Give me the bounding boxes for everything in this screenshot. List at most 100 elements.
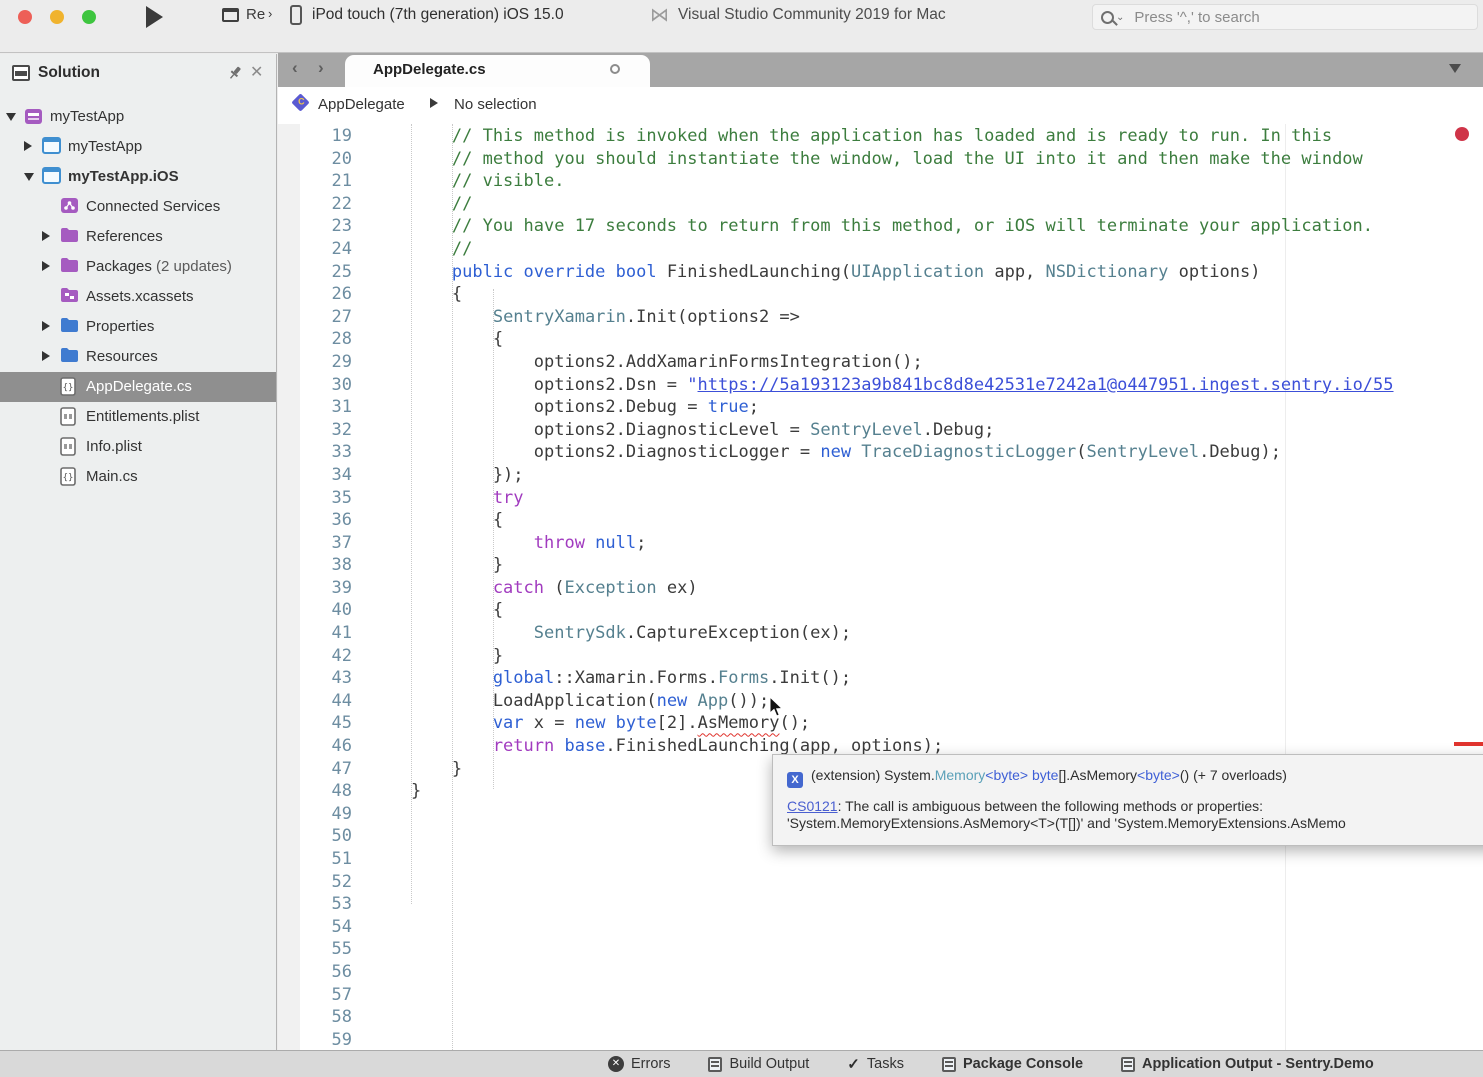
folder-purple-icon xyxy=(60,227,79,246)
line-number: 20 xyxy=(278,148,352,171)
code-line-20[interactable]: 20 // method you should instantiate the … xyxy=(278,148,1394,171)
breadcrumb: C AppDelegate No selection xyxy=(278,87,1483,124)
code-line-58[interactable]: 58 xyxy=(278,1006,1394,1029)
code-line-28[interactable]: 28 { xyxy=(278,328,1394,351)
tree-item-mytestapp[interactable]: myTestApp xyxy=(0,132,276,162)
pad-button-errors[interactable]: ✕Errors xyxy=(608,1055,670,1073)
folder-purple-icon xyxy=(60,257,79,276)
folder-blue-icon xyxy=(60,347,79,366)
run-button[interactable] xyxy=(146,6,163,28)
code-editor[interactable]: 19 // This method is invoked when the ap… xyxy=(278,124,1483,1050)
code-line-43[interactable]: 43 global::Xamarin.Forms.Forms.Init(); xyxy=(278,667,1394,690)
pad-button-tasks[interactable]: ✓Tasks xyxy=(847,1055,904,1073)
code-line-21[interactable]: 21 // visible. xyxy=(278,170,1394,193)
device-selector[interactable]: iPod touch (7th generation) iOS 15.0 xyxy=(312,6,564,24)
minimize-window-button[interactable] xyxy=(50,10,64,24)
code-line-40[interactable]: 40 { xyxy=(278,599,1394,622)
tree-item-appdelegate-cs[interactable]: {}AppDelegate.cs xyxy=(0,372,276,402)
code-line-42[interactable]: 42 } xyxy=(278,645,1394,668)
search-input[interactable]: ⌄ Press '^,' to search xyxy=(1092,4,1478,30)
expand-arrow-icon[interactable] xyxy=(42,261,50,271)
collapse-arrow-icon[interactable] xyxy=(6,113,16,121)
configuration-selector[interactable]: Re xyxy=(246,6,265,23)
assets-icon xyxy=(60,287,79,306)
breadcrumb-selection[interactable]: No selection xyxy=(454,96,537,113)
line-number: 40 xyxy=(278,599,352,622)
tab-appdelegate[interactable]: AppDelegate.cs xyxy=(345,55,650,87)
code-line-19[interactable]: 19 // This method is invoked when the ap… xyxy=(278,125,1394,148)
tree-item-main-cs[interactable]: {}Main.cs xyxy=(0,462,276,492)
code-line-37[interactable]: 37 throw null; xyxy=(278,532,1394,555)
configuration-icon xyxy=(222,8,239,22)
solution-icon xyxy=(24,107,43,126)
pad-button-application-output-sentry-demo[interactable]: Application Output - Sentry.Demo xyxy=(1121,1055,1374,1073)
code-line-51[interactable]: 51 xyxy=(278,848,1394,871)
svg-text:{}: {} xyxy=(63,473,74,483)
maximize-window-button[interactable] xyxy=(82,10,96,24)
code-line-45[interactable]: 45 var x = new byte[2].AsMemory(); xyxy=(278,712,1394,735)
code-line-54[interactable]: 54 xyxy=(278,916,1394,939)
expand-arrow-icon[interactable] xyxy=(24,141,32,151)
line-number: 51 xyxy=(278,848,352,871)
code-line-57[interactable]: 57 xyxy=(278,984,1394,1007)
breadcrumb-class[interactable]: AppDelegate xyxy=(318,96,405,113)
pin-icon[interactable] xyxy=(226,64,244,82)
tree-item-assets-xcassets[interactable]: Assets.xcassets xyxy=(0,282,276,312)
expand-arrow-icon[interactable] xyxy=(42,351,50,361)
pad-button-build-output[interactable]: Build Output xyxy=(708,1055,809,1073)
code-line-53[interactable]: 53 xyxy=(278,893,1394,916)
code-line-22[interactable]: 22 // xyxy=(278,193,1394,216)
error-code-link[interactable]: CS0121 xyxy=(787,798,838,814)
tree-item-references[interactable]: References xyxy=(0,222,276,252)
code-line-36[interactable]: 36 { xyxy=(278,509,1394,532)
close-icon[interactable]: ✕ xyxy=(250,62,263,82)
tree-item-mytestapp[interactable]: myTestApp xyxy=(0,102,276,132)
expand-arrow-icon[interactable] xyxy=(42,321,50,331)
tree-item-mytestapp-ios[interactable]: myTestApp.iOS xyxy=(0,162,276,192)
navigate-forward-button[interactable]: › xyxy=(318,58,324,78)
code-line-32[interactable]: 32 options2.DiagnosticLevel = SentryLeve… xyxy=(278,419,1394,442)
code-line-24[interactable]: 24 // xyxy=(278,238,1394,261)
breadcrumb-separator-icon xyxy=(430,98,438,108)
code-line-30[interactable]: 30 options2.Dsn = "https://5a193123a9b84… xyxy=(278,374,1394,397)
code-line-56[interactable]: 56 xyxy=(278,961,1394,984)
modified-indicator-icon[interactable] xyxy=(610,64,620,74)
dsn-url-link[interactable]: https://5a193123a9b841bc8d8e42531e7242a1… xyxy=(698,375,1394,395)
tree-item-resources[interactable]: Resources xyxy=(0,342,276,372)
project-icon xyxy=(42,167,61,186)
code-line-25[interactable]: 25 public override bool FinishedLaunchin… xyxy=(278,261,1394,284)
line-number: 27 xyxy=(278,306,352,329)
line-number: 21 xyxy=(278,170,352,193)
tree-item-info-plist[interactable]: Info.plist xyxy=(0,432,276,462)
tab-list-dropdown-icon[interactable] xyxy=(1449,64,1461,73)
pad-button-package-console[interactable]: Package Console xyxy=(942,1055,1083,1073)
code-line-35[interactable]: 35 try xyxy=(278,487,1394,510)
expand-arrow-icon[interactable] xyxy=(42,231,50,241)
code-line-31[interactable]: 31 options2.Debug = true; xyxy=(278,396,1394,419)
code-line-41[interactable]: 41 SentrySdk.CaptureException(ex); xyxy=(278,622,1394,645)
code-line-39[interactable]: 39 catch (Exception ex) xyxy=(278,577,1394,600)
collapse-arrow-icon[interactable] xyxy=(24,173,34,181)
tree-item-connected-services[interactable]: Connected Services xyxy=(0,192,276,222)
tree-item-entitlements-plist[interactable]: Entitlements.plist xyxy=(0,402,276,432)
code-line-59[interactable]: 59 xyxy=(278,1029,1394,1050)
code-line-33[interactable]: 33 options2.DiagnosticLogger = new Trace… xyxy=(278,441,1394,464)
code-line-29[interactable]: 29 options2.AddXamarinFormsIntegration()… xyxy=(278,351,1394,374)
scrollbar-error-marker[interactable] xyxy=(1454,742,1483,746)
code-line-23[interactable]: 23 // You have 17 seconds to return from… xyxy=(278,215,1394,238)
code-line-38[interactable]: 38 } xyxy=(278,554,1394,577)
code-line-52[interactable]: 52 xyxy=(278,871,1394,894)
code-line-27[interactable]: 27 SentryXamarin.Init(options2 => xyxy=(278,306,1394,329)
close-window-button[interactable] xyxy=(18,10,32,24)
tree-item-label: Info.plist xyxy=(86,438,142,455)
code-line-34[interactable]: 34 }); xyxy=(278,464,1394,487)
code-line-44[interactable]: 44 LoadApplication(new App()); xyxy=(278,690,1394,713)
code-line-26[interactable]: 26 { xyxy=(278,283,1394,306)
tree-item-label: AppDelegate.cs xyxy=(86,378,192,395)
scrollbar-error-dot[interactable] xyxy=(1455,127,1469,141)
code-lines: 19 // This method is invoked when the ap… xyxy=(278,125,1394,1050)
code-line-55[interactable]: 55 xyxy=(278,938,1394,961)
tree-item-packages[interactable]: Packages (2 updates) xyxy=(0,252,276,282)
tree-item-properties[interactable]: Properties xyxy=(0,312,276,342)
navigate-back-button[interactable]: ‹ xyxy=(292,58,298,78)
